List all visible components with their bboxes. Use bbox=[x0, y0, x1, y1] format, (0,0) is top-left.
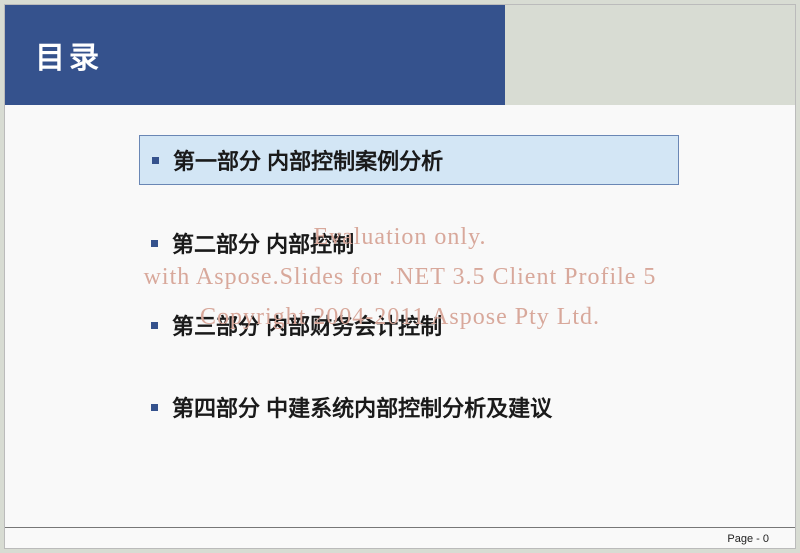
toc-item-3: 第三部分 内部财务会计控制 bbox=[139, 301, 679, 349]
page-number: Page - 0 bbox=[727, 533, 769, 545]
title-box: 目录 bbox=[5, 5, 505, 105]
slide-title: 目录 bbox=[35, 33, 103, 77]
toc-item-4: 第四部分 中建系统内部控制分析及建议 bbox=[139, 383, 679, 431]
toc-label: 第四部分 中建系统内部控制分析及建议 bbox=[172, 391, 552, 423]
toc-list: 第一部分 内部控制案例分析 第二部分 内部控制 第三部分 内部财务会计控制 第四… bbox=[139, 135, 679, 465]
toc-label: 第二部分 内部控制 bbox=[172, 227, 354, 259]
bullet-icon bbox=[151, 240, 158, 247]
footer-divider bbox=[5, 527, 795, 528]
toc-item-2: 第二部分 内部控制 bbox=[139, 219, 679, 267]
toc-label: 第三部分 内部财务会计控制 bbox=[172, 309, 442, 341]
header-band: 目录 bbox=[5, 5, 795, 105]
bullet-icon bbox=[151, 404, 158, 411]
slide-frame: 目录 第一部分 内部控制案例分析 第二部分 内部控制 第三部分 内部财务会计控制… bbox=[4, 4, 796, 549]
toc-label: 第一部分 内部控制案例分析 bbox=[173, 144, 443, 176]
toc-item-1: 第一部分 内部控制案例分析 bbox=[139, 135, 679, 185]
bullet-icon bbox=[151, 322, 158, 329]
bullet-icon bbox=[152, 157, 159, 164]
